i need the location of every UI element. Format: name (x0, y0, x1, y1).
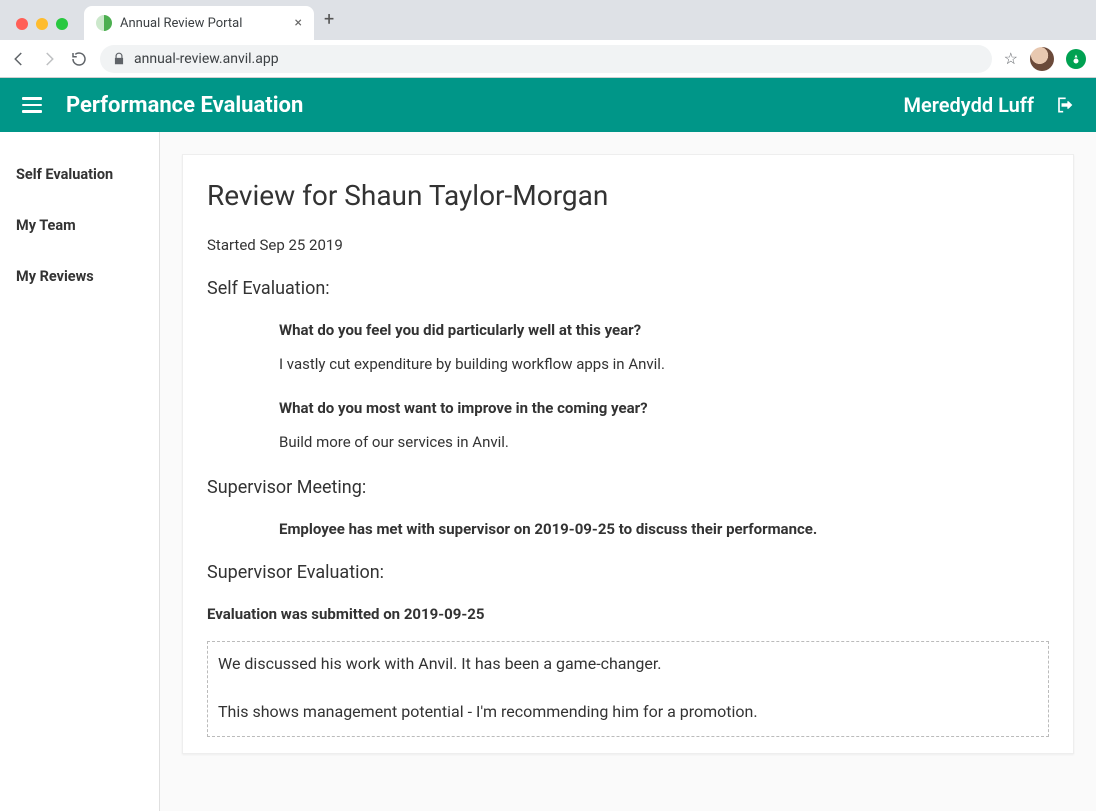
evaluation-paragraph-1: We discussed his work with Anvil. It has… (218, 652, 1038, 676)
app-title: Performance Evaluation (66, 93, 903, 118)
review-card: Review for Shaun Taylor-Morgan Started S… (182, 154, 1074, 754)
window-close-dot[interactable] (16, 18, 28, 30)
review-started: Started Sep 25 2019 (207, 236, 1049, 254)
url-text: annual-review.anvil.app (134, 51, 279, 67)
back-button[interactable] (10, 50, 28, 68)
window-minimize-dot[interactable] (36, 18, 48, 30)
app-header: Performance Evaluation Meredydd Luff (0, 78, 1096, 132)
tab-close-icon[interactable]: × (295, 15, 302, 31)
window-maximize-dot[interactable] (56, 18, 68, 30)
new-tab-button[interactable]: + (324, 9, 334, 40)
current-user-name: Meredydd Luff (903, 93, 1034, 117)
extension-badge[interactable] (1066, 49, 1086, 69)
app-body: Self Evaluation My Team My Reviews Revie… (0, 132, 1096, 811)
address-bar[interactable]: annual-review.anvil.app (100, 45, 992, 73)
sidebar-item-my-team[interactable]: My Team (0, 207, 159, 258)
forward-button[interactable] (40, 50, 58, 68)
tab-strip: Annual Review Portal × + (0, 0, 1096, 40)
self-evaluation-heading: Self Evaluation: (207, 278, 1049, 299)
answer-2: Build more of our services in Anvil. (279, 433, 1049, 451)
question-2: What do you most want to improve in the … (279, 399, 1049, 417)
browser-chrome: Annual Review Portal × + annual-review.a… (0, 0, 1096, 78)
profile-avatar[interactable] (1030, 47, 1054, 71)
supervisor-evaluation-textarea[interactable]: We discussed his work with Anvil. It has… (207, 641, 1049, 737)
review-title: Review for Shaun Taylor-Morgan (207, 179, 1049, 212)
evaluation-paragraph-2: This shows management potential - I'm re… (218, 700, 1038, 724)
hamburger-menu-icon[interactable] (22, 97, 42, 113)
window-controls (10, 18, 74, 40)
supervisor-evaluation-heading: Supervisor Evaluation: (207, 562, 1049, 583)
qa-block: What do you most want to improve in the … (207, 399, 1049, 451)
answer-1: I vastly cut expenditure by building wor… (279, 355, 1049, 373)
supervisor-meeting-heading: Supervisor Meeting: (207, 477, 1049, 498)
supervisor-meeting-line: Employee has met with supervisor on 2019… (207, 520, 1049, 538)
browser-tab[interactable]: Annual Review Portal × (84, 6, 314, 40)
tab-favicon (96, 15, 112, 31)
tab-title: Annual Review Portal (120, 16, 287, 31)
sidebar-item-my-reviews[interactable]: My Reviews (0, 258, 159, 309)
bookmark-star-icon[interactable]: ☆ (1004, 49, 1018, 68)
content-area: Review for Shaun Taylor-Morgan Started S… (160, 132, 1096, 811)
question-1: What do you feel you did particularly we… (279, 321, 1049, 339)
sidebar: Self Evaluation My Team My Reviews (0, 132, 160, 811)
qa-block: What do you feel you did particularly we… (207, 321, 1049, 373)
evaluation-submitted-line: Evaluation was submitted on 2019-09-25 (207, 605, 1049, 623)
lock-icon (112, 52, 126, 66)
sidebar-item-self-evaluation[interactable]: Self Evaluation (0, 156, 159, 207)
reload-button[interactable] (70, 50, 88, 68)
toolbar: annual-review.anvil.app ☆ (0, 40, 1096, 78)
logout-icon[interactable] (1054, 95, 1074, 115)
